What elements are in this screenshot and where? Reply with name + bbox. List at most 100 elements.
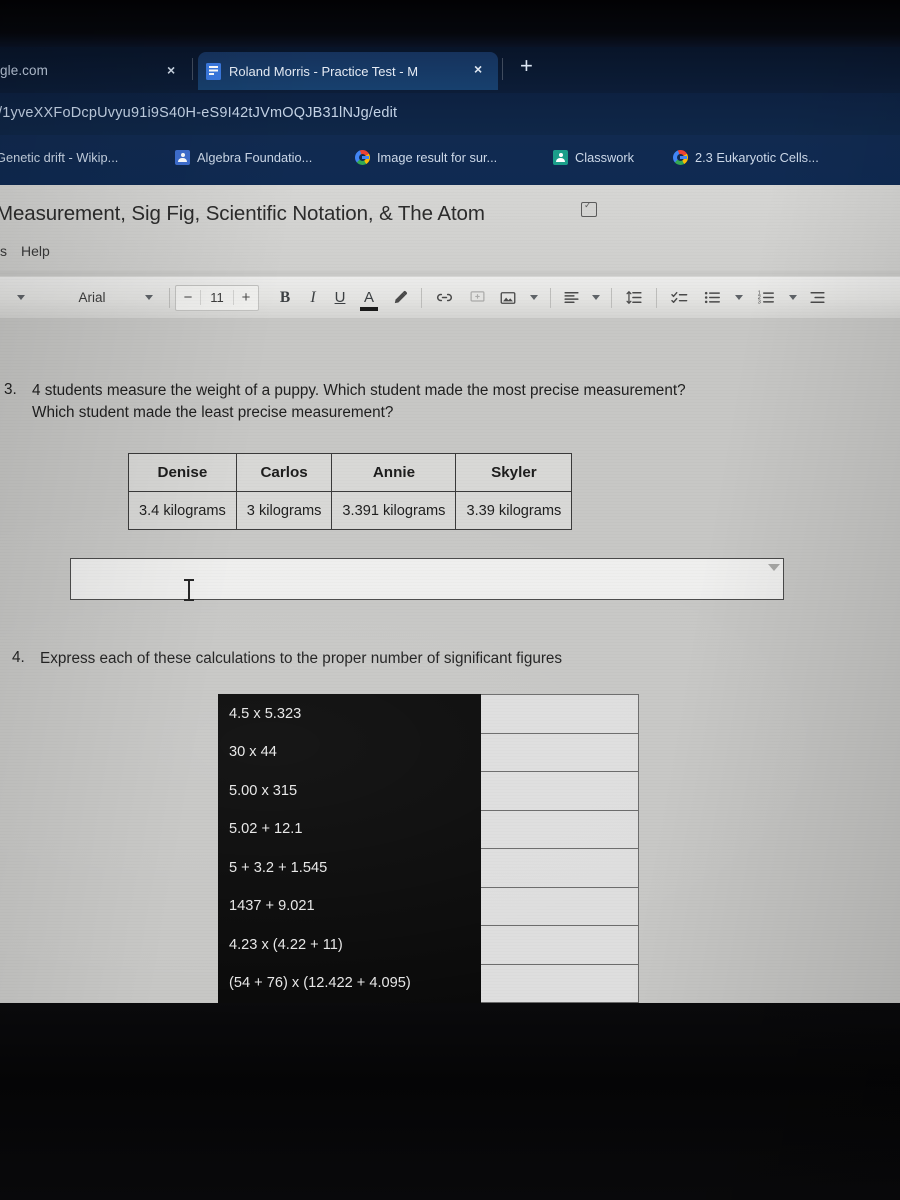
tab-divider-2 xyxy=(502,58,503,80)
table-header-cell[interactable]: Skyler xyxy=(455,453,573,492)
bookmark-label: Image result for sur... xyxy=(377,150,498,165)
expression-cell[interactable]: (54 + 76) x (12.422 + 4.095) xyxy=(218,963,481,1003)
insert-image-caret[interactable] xyxy=(523,283,545,313)
tab-active[interactable]: Roland Morris - Practice Test - M xyxy=(198,52,498,90)
expression-cell[interactable]: 5.02 + 12.1 xyxy=(218,809,481,849)
bookmark-label: Algebra Foundatio... xyxy=(197,150,313,165)
classroom-teal-icon xyxy=(553,150,568,165)
table-row: 4.23 x (4.22 + 11) xyxy=(218,925,639,965)
expression-cell[interactable]: 5.00 x 315 xyxy=(218,771,481,811)
answer-cell[interactable] xyxy=(480,732,639,772)
link-icon[interactable] xyxy=(427,283,461,313)
answer-cell[interactable] xyxy=(480,925,639,965)
question-3-number: 3. xyxy=(4,381,17,398)
tab-previous-close-icon[interactable]: × xyxy=(167,62,175,78)
table-row: (54 + 76) x (12.422 + 4.095) xyxy=(218,963,639,1003)
table-cell[interactable]: 3.391 kilograms xyxy=(331,491,457,530)
menu-item-help[interactable]: Help xyxy=(21,243,50,259)
underline-button[interactable]: U xyxy=(326,283,354,313)
document-title[interactable]: Measurement, Sig Fig, Scientific Notatio… xyxy=(0,202,485,226)
bookmark-label: Genetic drift - Wikip... xyxy=(0,150,119,165)
answer-cell[interactable] xyxy=(480,694,639,734)
answer-cell[interactable] xyxy=(480,771,639,811)
bookmark-algebra-foundations[interactable]: Algebra Foundatio... xyxy=(175,150,312,165)
answer-cell[interactable] xyxy=(480,886,639,926)
expression-cell[interactable]: 4.5 x 5.323 xyxy=(218,694,481,734)
table-row: 5.00 x 315 xyxy=(218,771,639,811)
menu-item-tools-truncated[interactable]: s xyxy=(0,243,7,259)
chevron-down-icon xyxy=(735,295,743,300)
numbered-list-icon[interactable]: 1 2 3 xyxy=(750,283,782,313)
font-size-stepper[interactable]: − 11 + xyxy=(175,284,259,311)
numbered-list-caret[interactable] xyxy=(782,283,804,313)
line-spacing-icon[interactable] xyxy=(617,283,651,313)
question-3-line-1: 4 students measure the weight of a puppy… xyxy=(32,382,686,399)
bold-button[interactable]: B xyxy=(270,283,300,313)
bulleted-list-caret[interactable] xyxy=(728,283,750,313)
checklist-icon[interactable] xyxy=(662,283,696,313)
font-size-increase-button[interactable]: + xyxy=(234,289,258,306)
bookmark-eukaryotic-cells[interactable]: 2.3 Eukaryotic Cells... xyxy=(673,150,819,165)
expression-cell[interactable]: 1437 + 9.021 xyxy=(218,886,481,926)
highlight-pen-icon[interactable] xyxy=(384,283,416,313)
question-3-answer-box[interactable] xyxy=(70,558,784,600)
question-4-number: 4. xyxy=(12,649,25,666)
google-docs-favicon-icon xyxy=(206,62,221,80)
chevron-down-icon xyxy=(145,295,153,300)
indent-icon[interactable] xyxy=(804,283,830,313)
toolbar-divider-5 xyxy=(656,287,657,308)
table-cell[interactable]: 3.39 kilograms xyxy=(455,491,573,530)
table-row: 3.4 kilograms 3 kilograms 3.391 kilogram… xyxy=(128,491,573,530)
toolbar-overflow-caret[interactable] xyxy=(0,283,42,313)
align-caret[interactable] xyxy=(586,283,606,313)
toolbar-divider-3 xyxy=(550,287,551,308)
answer-cell[interactable] xyxy=(480,809,639,849)
font-family-caret[interactable] xyxy=(134,283,164,313)
expression-cell[interactable]: 4.23 x (4.22 + 11) xyxy=(218,925,481,965)
italic-button[interactable]: I xyxy=(300,283,326,313)
font-size-value[interactable]: 11 xyxy=(200,290,234,305)
table-row: 4.5 x 5.323 xyxy=(218,694,639,734)
answer-cell[interactable] xyxy=(480,963,639,1003)
docs-menu-bar: s Help xyxy=(0,243,50,259)
answer-cell[interactable] xyxy=(480,848,639,888)
bookmark-classwork[interactable]: Classwork xyxy=(553,150,634,165)
answer-box-resize-handle[interactable] xyxy=(768,564,780,571)
add-comment-icon[interactable] xyxy=(461,283,493,313)
insert-image-icon[interactable] xyxy=(493,283,523,313)
chevron-down-icon xyxy=(789,295,797,300)
tab-previous-label[interactable]: gle.com xyxy=(0,63,48,78)
align-left-icon[interactable] xyxy=(556,283,586,313)
url-text[interactable]: /1yveXXFoDcpUvyu91i9S40H-eS9I42tJVmOQJB3… xyxy=(0,105,397,121)
new-tab-button[interactable]: + xyxy=(520,55,533,77)
google-icon xyxy=(673,150,688,165)
docs-header xyxy=(0,185,900,271)
tab-divider xyxy=(192,58,193,80)
font-size-decrease-button[interactable]: − xyxy=(176,289,200,306)
question-4-table: 4.5 x 5.323 30 x 44 5.00 x 315 5.02 + 12… xyxy=(218,694,639,1003)
expression-cell[interactable]: 30 x 44 xyxy=(218,732,481,772)
text-color-button[interactable]: A xyxy=(354,283,384,313)
expression-cell[interactable]: 5 + 3.2 + 1.545 xyxy=(218,848,481,888)
question-3-table: Denise Carlos Annie Skyler 3.4 kilograms… xyxy=(128,453,573,530)
bookmark-image-result[interactable]: Image result for sur... xyxy=(355,150,497,165)
chevron-down-icon xyxy=(17,295,25,300)
table-header-cell[interactable]: Annie xyxy=(331,453,457,492)
bookmark-genetic-drift[interactable]: Genetic drift - Wikip... xyxy=(0,150,118,165)
monitor-bezel-bottom xyxy=(0,1003,900,1200)
table-cell[interactable]: 3 kilograms xyxy=(235,491,333,530)
tab-active-close-icon[interactable]: × xyxy=(474,61,482,77)
document-saved-badge-icon xyxy=(581,200,597,217)
toolbar-divider xyxy=(169,287,170,308)
bulleted-list-icon[interactable] xyxy=(696,283,728,313)
chevron-down-icon xyxy=(592,295,600,300)
table-row: 30 x 44 xyxy=(218,732,639,772)
toolbar-divider-2 xyxy=(421,287,422,308)
table-row-header: Denise Carlos Annie Skyler xyxy=(128,453,573,492)
table-header-cell[interactable]: Carlos xyxy=(235,453,333,492)
question-3-line-2: Which student made the least precise mea… xyxy=(32,404,394,421)
table-cell[interactable]: 3.4 kilograms xyxy=(128,491,237,530)
table-header-cell[interactable]: Denise xyxy=(128,453,237,492)
bookmark-label: Classwork xyxy=(575,150,635,165)
font-family-select[interactable]: Arial xyxy=(42,283,134,313)
